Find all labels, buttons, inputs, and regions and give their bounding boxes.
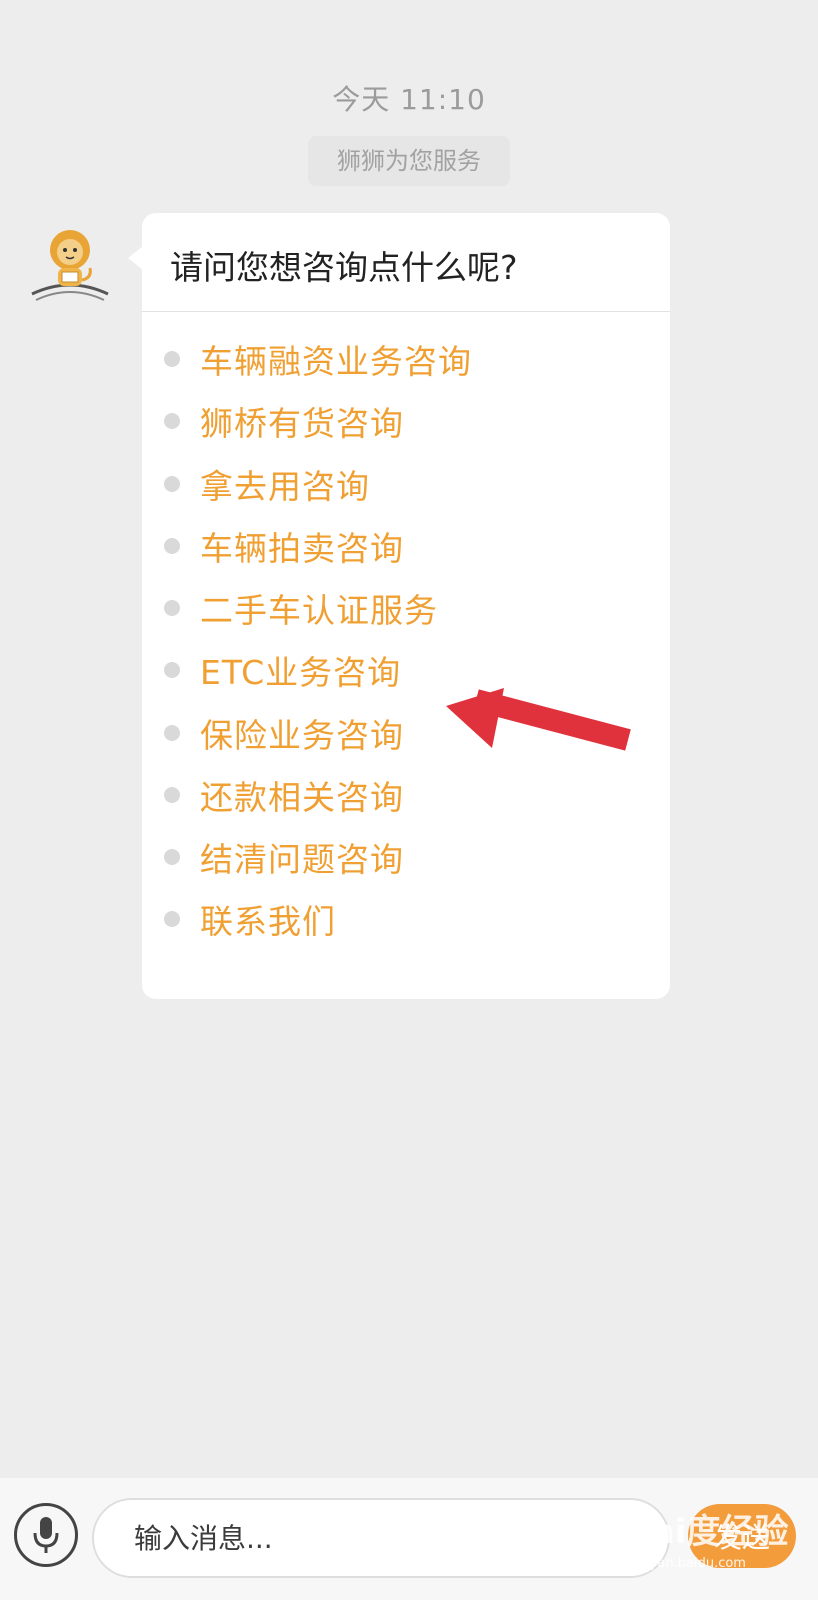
- chat-timestamp: 今天 11:10: [332, 83, 486, 116]
- option-label: 狮桥有货咨询: [200, 404, 404, 443]
- option-item[interactable]: 还款相关咨询: [164, 767, 404, 823]
- option-label: 车辆融资业务咨询: [200, 342, 472, 381]
- bubble-divider: [142, 311, 670, 312]
- option-item[interactable]: 结清问题咨询: [164, 829, 404, 885]
- system-notice: 狮狮为您服务: [308, 136, 510, 186]
- bullet-dot-icon: [164, 351, 180, 367]
- bot-message-bubble: 请问您想咨询点什么呢? 车辆融资业务咨询 狮桥有货咨询 拿去用咨询 车辆拍卖咨询…: [142, 213, 670, 999]
- bullet-dot-icon: [164, 911, 180, 927]
- bubble-tail: [128, 246, 143, 270]
- bullet-dot-icon: [164, 662, 180, 678]
- option-item[interactable]: 保险业务咨询: [164, 705, 404, 761]
- bullet-dot-icon: [164, 600, 180, 616]
- option-item[interactable]: 狮桥有货咨询: [164, 393, 404, 449]
- microphone-icon: [33, 1517, 59, 1553]
- option-item[interactable]: 联系我们: [164, 891, 336, 947]
- option-item[interactable]: 二手车认证服务: [164, 580, 438, 636]
- option-label: ETC业务咨询: [200, 653, 402, 692]
- option-label: 联系我们: [200, 902, 336, 941]
- bullet-dot-icon: [164, 476, 180, 492]
- option-item[interactable]: 拿去用咨询: [164, 456, 370, 512]
- bullet-dot-icon: [164, 725, 180, 741]
- option-label: 结清问题咨询: [200, 840, 404, 879]
- bullet-dot-icon: [164, 849, 180, 865]
- microphone-button[interactable]: [14, 1503, 78, 1567]
- message-input[interactable]: [92, 1498, 670, 1578]
- option-item[interactable]: 车辆拍卖咨询: [164, 518, 404, 574]
- option-item[interactable]: 车辆融资业务咨询: [164, 331, 472, 387]
- send-button[interactable]: 发送: [688, 1504, 796, 1568]
- annotation-arrow-icon: [446, 688, 631, 751]
- option-label: 二手车认证服务: [200, 591, 438, 630]
- bullet-dot-icon: [164, 413, 180, 429]
- bot-question: 请问您想咨询点什么呢?: [170, 248, 518, 287]
- input-bar: 发送: [0, 1478, 818, 1600]
- option-label: 拿去用咨询: [200, 467, 370, 506]
- option-label: 保险业务咨询: [200, 716, 404, 755]
- option-label: 还款相关咨询: [200, 778, 404, 817]
- option-item[interactable]: ETC业务咨询: [164, 642, 401, 698]
- lion-avatar-icon[interactable]: [26, 222, 114, 310]
- option-label: 车辆拍卖咨询: [200, 529, 404, 568]
- bullet-dot-icon: [164, 787, 180, 803]
- bullet-dot-icon: [164, 538, 180, 554]
